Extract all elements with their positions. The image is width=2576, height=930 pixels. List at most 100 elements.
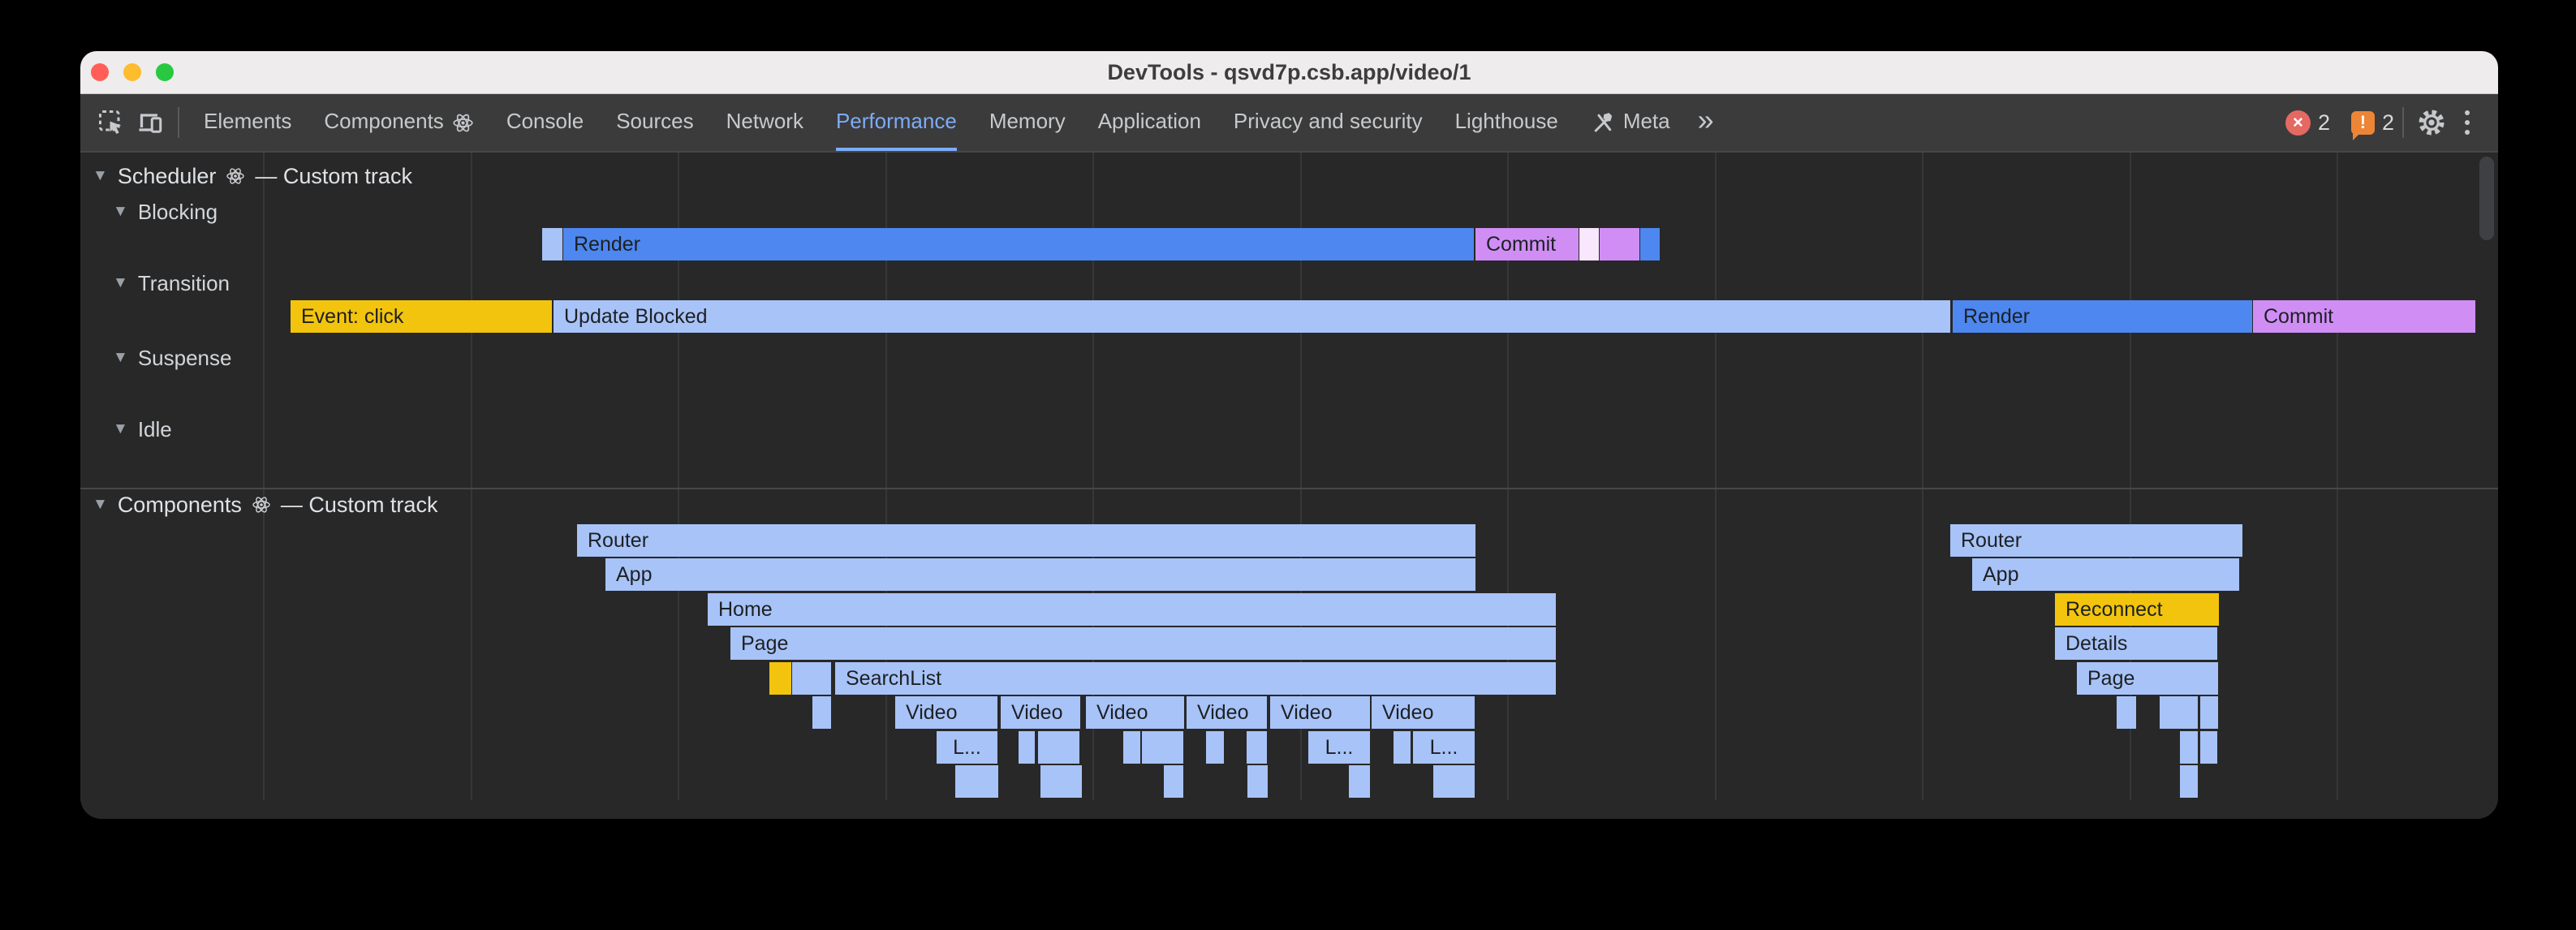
tab-label: Memory bbox=[989, 94, 1066, 151]
flame-bar[interactable] bbox=[1164, 765, 1183, 798]
tab-network[interactable]: Network bbox=[710, 94, 820, 151]
flame-bar-home[interactable]: Home bbox=[708, 593, 1556, 626]
flame-bar[interactable] bbox=[792, 662, 831, 695]
collapse-triangle-icon[interactable]: ▼ bbox=[113, 420, 128, 438]
track-header-components[interactable]: ▼ Components — Custom track bbox=[93, 492, 437, 518]
time-gridline bbox=[1715, 153, 1717, 800]
flame-bar-label: Video bbox=[895, 701, 958, 725]
flame-bar-video[interactable]: Video bbox=[1372, 696, 1475, 729]
flame-bar-l[interactable]: L... bbox=[1413, 731, 1475, 764]
flame-bar-app[interactable]: App bbox=[605, 558, 1475, 591]
flame-bar-details[interactable]: Details bbox=[2055, 627, 2217, 660]
flame-bar-label: Render bbox=[1953, 305, 2030, 329]
flame-bar-router[interactable]: Router bbox=[1950, 524, 2242, 557]
flame-bar[interactable] bbox=[1038, 731, 1079, 764]
flame-bar[interactable] bbox=[2117, 696, 2136, 729]
console-status: × 2 ! 2 bbox=[2285, 110, 2394, 136]
flame-bar-video[interactable]: Video bbox=[1086, 696, 1184, 729]
tab-application[interactable]: Application bbox=[1082, 94, 1217, 151]
tab-label: Components bbox=[324, 94, 443, 151]
device-toolbar-icon[interactable] bbox=[131, 94, 170, 151]
flame-bar-l[interactable]: L... bbox=[937, 731, 997, 764]
collapse-triangle-icon[interactable]: ▼ bbox=[93, 167, 108, 185]
flame-bar[interactable] bbox=[1247, 731, 1267, 764]
flame-bar-event-click[interactable]: Event: click bbox=[291, 300, 552, 333]
fullscreen-window-button[interactable] bbox=[156, 63, 174, 81]
time-gridline bbox=[471, 153, 472, 800]
scheduler-row-idle[interactable]: ▼ Idle bbox=[113, 416, 172, 442]
flame-bar-render[interactable]: Render bbox=[563, 228, 1474, 260]
tab-sources[interactable]: Sources bbox=[600, 94, 709, 151]
flame-bar[interactable] bbox=[1247, 765, 1268, 798]
flame-bar[interactable] bbox=[1640, 228, 1660, 260]
flame-bar-reconnect[interactable]: Reconnect bbox=[2055, 593, 2219, 626]
tab-lighthouse[interactable]: Lighthouse bbox=[1439, 94, 1574, 151]
inspect-element-icon[interactable] bbox=[92, 94, 131, 151]
close-window-button[interactable] bbox=[91, 63, 109, 81]
flame-bar[interactable] bbox=[2200, 731, 2217, 764]
tab-performance[interactable]: Performance bbox=[820, 94, 973, 151]
flame-bar[interactable] bbox=[1600, 228, 1639, 260]
tab-console[interactable]: Console bbox=[490, 94, 600, 151]
flame-bar[interactable] bbox=[1142, 731, 1183, 764]
flame-bar-video[interactable]: Video bbox=[895, 696, 997, 729]
vertical-scrollbar-thumb[interactable] bbox=[2479, 157, 2494, 240]
flame-bar-searchlist[interactable]: SearchList bbox=[835, 662, 1556, 695]
window-titlebar: DevTools - qsvd7p.csb.app/video/1 bbox=[80, 51, 2498, 94]
flame-bar-update-blocked[interactable]: Update Blocked bbox=[554, 300, 1950, 333]
error-count: 2 bbox=[2318, 110, 2330, 136]
flame-bar-commit[interactable]: Commit bbox=[1475, 228, 1579, 260]
flame-bar[interactable] bbox=[1433, 765, 1475, 798]
collapse-triangle-icon[interactable]: ▼ bbox=[113, 349, 128, 367]
flame-bar-video[interactable]: Video bbox=[1001, 696, 1080, 729]
tab-privacy-and-security[interactable]: Privacy and security bbox=[1217, 94, 1439, 151]
scheduler-row-blocking[interactable]: ▼ Blocking bbox=[113, 199, 218, 225]
more-tabs-chevron[interactable]: » bbox=[1686, 103, 1725, 137]
flame-bar-label: Reconnect bbox=[2055, 598, 2163, 622]
collapse-triangle-icon[interactable]: ▼ bbox=[113, 274, 128, 292]
tab-label: Privacy and security bbox=[1234, 94, 1423, 151]
collapse-triangle-icon[interactable]: ▼ bbox=[93, 496, 108, 514]
settings-gear-icon[interactable] bbox=[2412, 94, 2451, 151]
scheduler-row-transition[interactable]: ▼ Transition bbox=[113, 270, 230, 296]
flame-bar-video[interactable]: Video bbox=[1187, 696, 1267, 729]
flame-bar[interactable] bbox=[2180, 765, 2198, 798]
flame-bar-l[interactable]: L... bbox=[1308, 731, 1370, 764]
flame-bar[interactable] bbox=[2200, 696, 2218, 729]
tab-meta[interactable]: Meta bbox=[1574, 94, 1686, 151]
flame-bar[interactable] bbox=[1349, 765, 1370, 798]
flame-bar[interactable] bbox=[955, 765, 998, 798]
flame-bar[interactable] bbox=[1040, 765, 1082, 798]
flame-bar[interactable] bbox=[1579, 228, 1599, 260]
warning-badge[interactable]: ! 2 bbox=[2351, 110, 2394, 136]
flame-bar[interactable] bbox=[769, 662, 791, 695]
warning-icon: ! bbox=[2351, 111, 2375, 135]
time-gridline bbox=[1922, 153, 1923, 800]
tab-elements[interactable]: Elements bbox=[187, 94, 308, 151]
flame-bar[interactable] bbox=[2160, 696, 2198, 729]
flame-bar[interactable] bbox=[1123, 731, 1140, 764]
flame-bar[interactable] bbox=[1394, 731, 1411, 764]
flame-bar-router[interactable]: Router bbox=[577, 524, 1475, 557]
traffic-lights bbox=[91, 63, 174, 81]
flame-bar-app[interactable]: App bbox=[1972, 558, 2239, 591]
flame-bar[interactable] bbox=[2180, 731, 2198, 764]
scheduler-row-suspense[interactable]: ▼ Suspense bbox=[113, 345, 231, 371]
flame-bar-video[interactable]: Video bbox=[1270, 696, 1370, 729]
flame-bar[interactable] bbox=[1206, 731, 1224, 764]
track-header-scheduler[interactable]: ▼ Scheduler — Custom track bbox=[93, 163, 412, 189]
flame-bar-label: Page bbox=[730, 632, 788, 656]
flame-bar-render[interactable]: Render bbox=[1953, 300, 2252, 333]
flame-bar-commit[interactable]: Commit bbox=[2253, 300, 2475, 333]
flame-bar-page[interactable]: Page bbox=[2077, 662, 2218, 695]
flame-bar[interactable] bbox=[1019, 731, 1035, 764]
flame-bar[interactable] bbox=[542, 228, 562, 260]
flame-bar-page[interactable]: Page bbox=[730, 627, 1556, 660]
collapse-triangle-icon[interactable]: ▼ bbox=[113, 203, 128, 221]
kebab-menu-icon[interactable] bbox=[2451, 94, 2483, 151]
flame-bar[interactable] bbox=[812, 696, 831, 729]
error-badge[interactable]: × 2 bbox=[2285, 110, 2330, 136]
tab-memory[interactable]: Memory bbox=[973, 94, 1082, 151]
minimize-window-button[interactable] bbox=[123, 63, 141, 81]
tab-components[interactable]: Components bbox=[308, 94, 489, 151]
